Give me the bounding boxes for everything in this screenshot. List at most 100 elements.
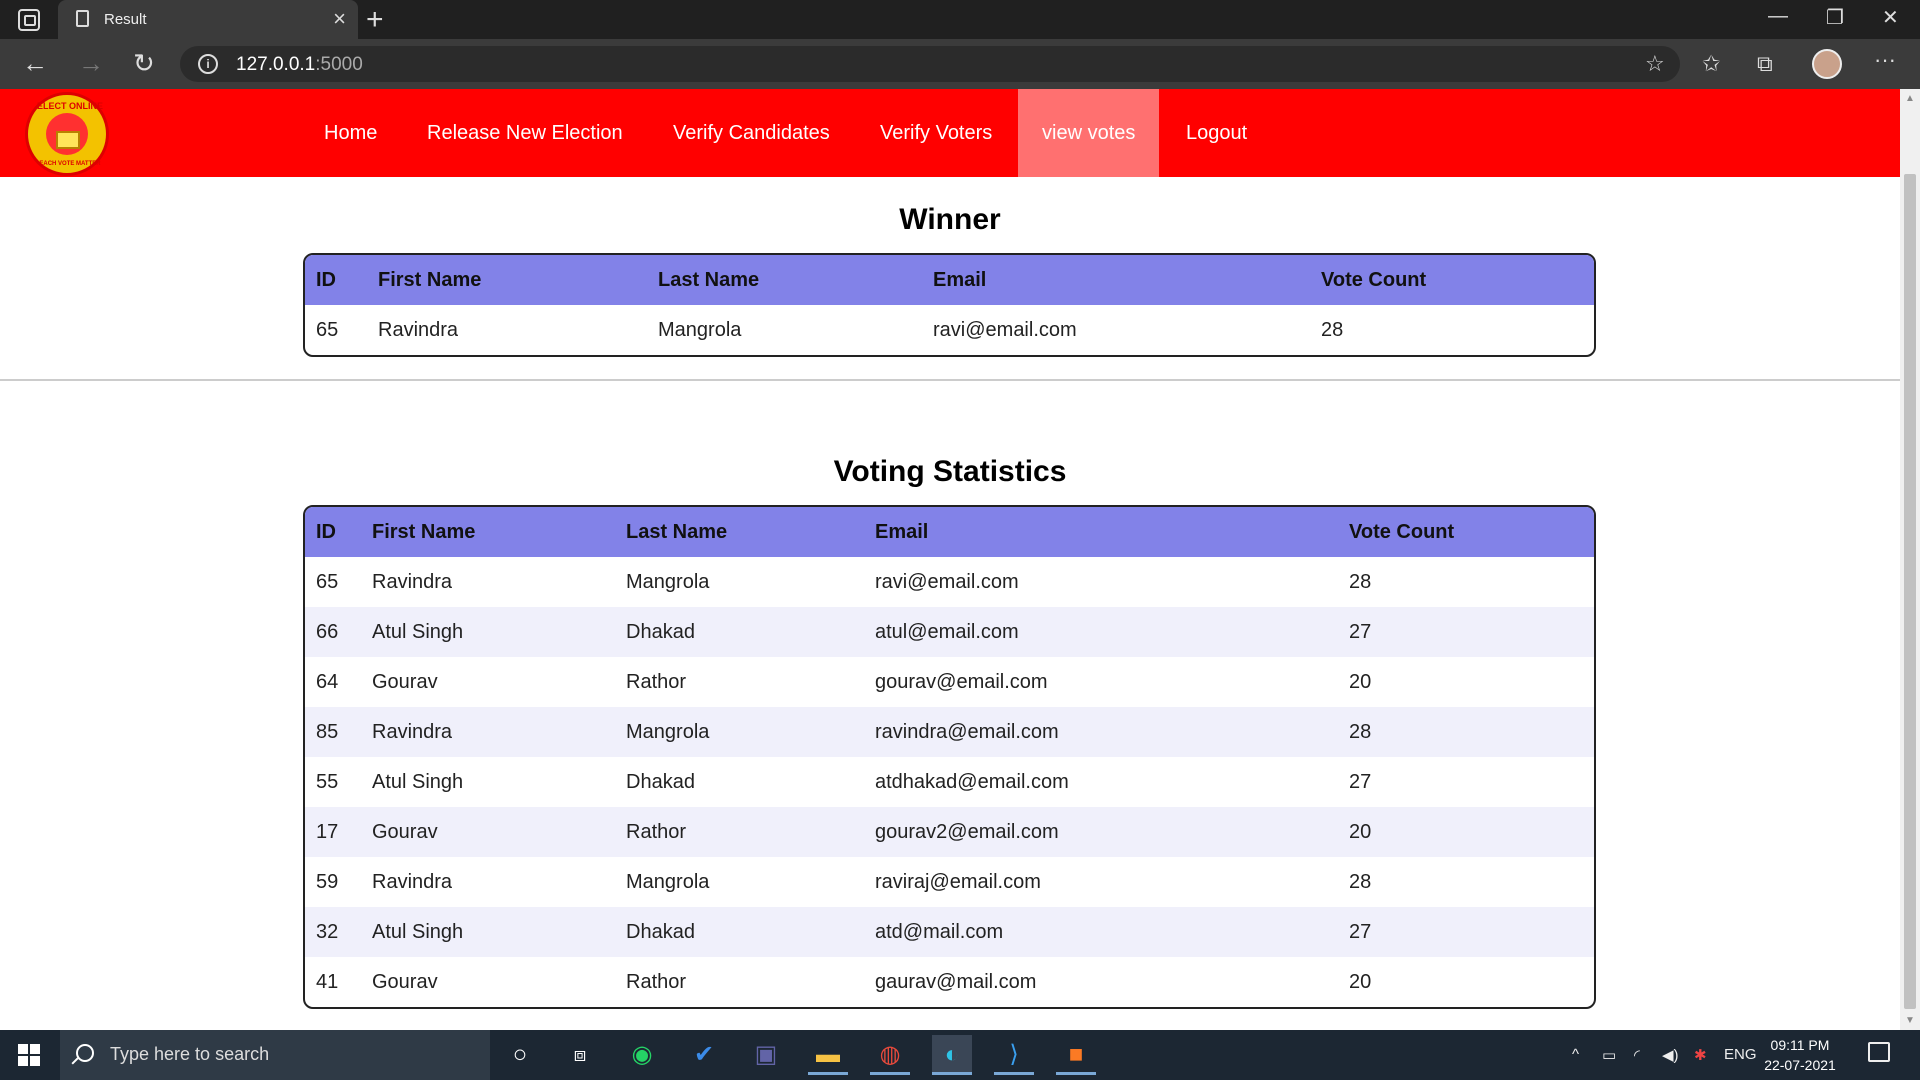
back-button[interactable]: ← bbox=[22, 48, 48, 79]
volume-icon[interactable]: ◀) bbox=[1662, 1046, 1679, 1064]
header-last-name: Last Name bbox=[626, 521, 728, 543]
table-row: 64 Gourav Rathor gourav@email.com 20 bbox=[305, 657, 1594, 707]
logo-text: ELECT ONLINE bbox=[36, 101, 103, 111]
system-clock[interactable]: 09:11 PM 22-07-2021 bbox=[1760, 1035, 1840, 1075]
todo-icon[interactable]: ✔ bbox=[684, 1035, 724, 1075]
scroll-down-arrow-icon[interactable]: ▼ bbox=[1905, 1015, 1915, 1026]
language-indicator[interactable]: ENG bbox=[1724, 1046, 1757, 1063]
wifi-icon[interactable]: ◜ bbox=[1634, 1046, 1640, 1064]
edge-icon[interactable]: ◐ bbox=[932, 1035, 972, 1075]
header-first-name: First Name bbox=[372, 521, 476, 543]
cell-first-name: Atul Singh bbox=[372, 921, 464, 943]
nav-verify-candidates[interactable]: Verify Candidates bbox=[649, 89, 854, 177]
table-row: 55 Atul Singh Dhakad atdhakad@email.com 27 bbox=[305, 757, 1594, 807]
battery-icon[interactable]: ▭ bbox=[1602, 1046, 1616, 1064]
winner-heading: Winner bbox=[899, 203, 1001, 236]
browser-toolbar: ← → ↻ i 127.0.0.1:5000 ☆ ✩ ⧉ ··· bbox=[0, 39, 1920, 89]
header-id: ID bbox=[316, 269, 336, 291]
browser-tab[interactable]: Result × bbox=[58, 0, 358, 39]
cell-first-name: Atul Singh bbox=[372, 621, 464, 643]
scroll-thumb[interactable] bbox=[1904, 174, 1916, 1009]
table-row: 65 Ravindra Mangrola ravi@email.com 28 bbox=[305, 305, 1594, 355]
xampp-icon[interactable]: ■ bbox=[1056, 1035, 1096, 1075]
cell-vote-count: 27 bbox=[1349, 621, 1372, 643]
header-vote-count: Vote Count bbox=[1321, 269, 1427, 291]
taskbar-search-box[interactable]: Type here to search bbox=[60, 1030, 490, 1080]
web-page: ELECT ONLINE EACH VOTE MATTER Home Relea… bbox=[0, 89, 1900, 1030]
collections-icon[interactable]: ⧉ bbox=[1757, 51, 1773, 77]
windows-start-icon[interactable] bbox=[18, 1044, 40, 1066]
page-scrollbar[interactable]: ▲ ▼ bbox=[1900, 89, 1920, 1030]
cell-id: 41 bbox=[316, 971, 339, 993]
table-header-row: ID First Name Last Name Email Vote Count bbox=[305, 255, 1594, 305]
voting-statistics-heading: Voting Statistics bbox=[833, 455, 1067, 488]
cell-id: 64 bbox=[316, 671, 339, 693]
cell-vote-count: 27 bbox=[1349, 771, 1372, 793]
header-last-name: Last Name bbox=[658, 269, 760, 291]
file-explorer-icon[interactable]: ▬ bbox=[808, 1035, 848, 1075]
new-tab-button[interactable]: + bbox=[366, 3, 384, 37]
nav-view-votes[interactable]: view votes bbox=[1018, 89, 1160, 177]
show-hidden-icons-icon[interactable]: ^ bbox=[1572, 1046, 1579, 1063]
cell-email: gourav@email.com bbox=[875, 671, 1048, 693]
task-view-icon[interactable]: ⧈ bbox=[560, 1035, 600, 1075]
clock-time: 09:11 PM bbox=[1770, 1037, 1830, 1053]
cell-first-name: Gourav bbox=[372, 971, 438, 993]
teams-icon[interactable]: ▣ bbox=[746, 1035, 786, 1075]
browser-tab-bar: Result × + — ❐ ✕ bbox=[0, 0, 1920, 39]
cell-email: gourav2@email.com bbox=[875, 821, 1059, 843]
nav-verify-voters[interactable]: Verify Voters bbox=[856, 89, 1016, 177]
restore-button[interactable]: ❐ bbox=[1826, 5, 1844, 30]
cell-last-name: Dhakad bbox=[626, 621, 695, 643]
cell-email: atul@email.com bbox=[875, 621, 1019, 643]
whatsapp-icon[interactable]: ◉ bbox=[622, 1035, 662, 1075]
vscode-icon[interactable]: ⟩ bbox=[994, 1035, 1034, 1075]
cell-first-name: Ravindra bbox=[372, 721, 453, 743]
nav-logout[interactable]: Logout bbox=[1162, 89, 1271, 177]
profile-avatar[interactable] bbox=[1812, 49, 1842, 79]
cell-first-name: Gourav bbox=[372, 671, 438, 693]
elect-online-logo[interactable]: ELECT ONLINE EACH VOTE MATTER bbox=[25, 92, 109, 176]
cell-last-name: Rathor bbox=[626, 671, 687, 693]
cell-id: 55 bbox=[316, 771, 339, 793]
logo-subtext: EACH VOTE MATTER bbox=[39, 161, 101, 167]
page-icon bbox=[76, 10, 89, 27]
notification-center-icon[interactable] bbox=[1868, 1042, 1890, 1062]
cell-first-name: Ravindra bbox=[378, 319, 459, 341]
cell-last-name: Mangrola bbox=[626, 721, 710, 743]
more-options-icon[interactable]: ··· bbox=[1874, 47, 1896, 73]
windows-taskbar: Type here to search ○ ⧈ ◉ ✔ ▣ ▬ ◍ ◐ ⟩ ■ … bbox=[0, 1030, 1920, 1080]
add-favorite-icon[interactable]: ☆ bbox=[1645, 51, 1665, 77]
table-header-row: ID First Name Last Name Email Vote Count bbox=[305, 507, 1594, 557]
refresh-button[interactable]: ↻ bbox=[133, 48, 155, 79]
security-tray-icon[interactable]: ✱ bbox=[1694, 1046, 1707, 1064]
cell-vote-count: 28 bbox=[1349, 721, 1372, 743]
header-vote-count: Vote Count bbox=[1349, 521, 1455, 543]
close-window-button[interactable]: ✕ bbox=[1882, 5, 1899, 30]
cell-vote-count: 28 bbox=[1349, 571, 1372, 593]
minimize-button[interactable]: — bbox=[1768, 5, 1788, 28]
nav-home[interactable]: Home bbox=[300, 89, 401, 177]
cell-id: 59 bbox=[316, 871, 339, 893]
cell-vote-count: 28 bbox=[1321, 319, 1344, 341]
scroll-up-arrow-icon[interactable]: ▲ bbox=[1905, 93, 1915, 104]
table-row: 41 Gourav Rathor gaurav@mail.com 20 bbox=[305, 957, 1594, 1007]
header-id: ID bbox=[316, 521, 336, 543]
close-tab-icon[interactable]: × bbox=[333, 6, 346, 32]
tab-actions-icon[interactable] bbox=[18, 9, 40, 31]
nav-release-new-election[interactable]: Release New Election bbox=[403, 89, 647, 177]
address-bar[interactable]: i 127.0.0.1:5000 bbox=[180, 46, 1680, 82]
table-row: 65 Ravindra Mangrola ravi@email.com 28 bbox=[305, 557, 1594, 607]
info-icon[interactable]: i bbox=[198, 54, 218, 74]
favorites-icon[interactable]: ✩ bbox=[1702, 51, 1720, 77]
cell-last-name: Dhakad bbox=[626, 771, 695, 793]
cell-last-name: Dhakad bbox=[626, 921, 695, 943]
forward-button[interactable]: → bbox=[78, 48, 104, 79]
cell-first-name: Atul Singh bbox=[372, 771, 464, 793]
chrome-icon[interactable]: ◍ bbox=[870, 1035, 910, 1075]
cell-first-name: Ravindra bbox=[372, 871, 453, 893]
cortana-icon[interactable]: ○ bbox=[500, 1035, 540, 1075]
cell-last-name: Rathor bbox=[626, 971, 687, 993]
cell-id: 66 bbox=[316, 621, 339, 643]
header-email: Email bbox=[933, 269, 987, 291]
